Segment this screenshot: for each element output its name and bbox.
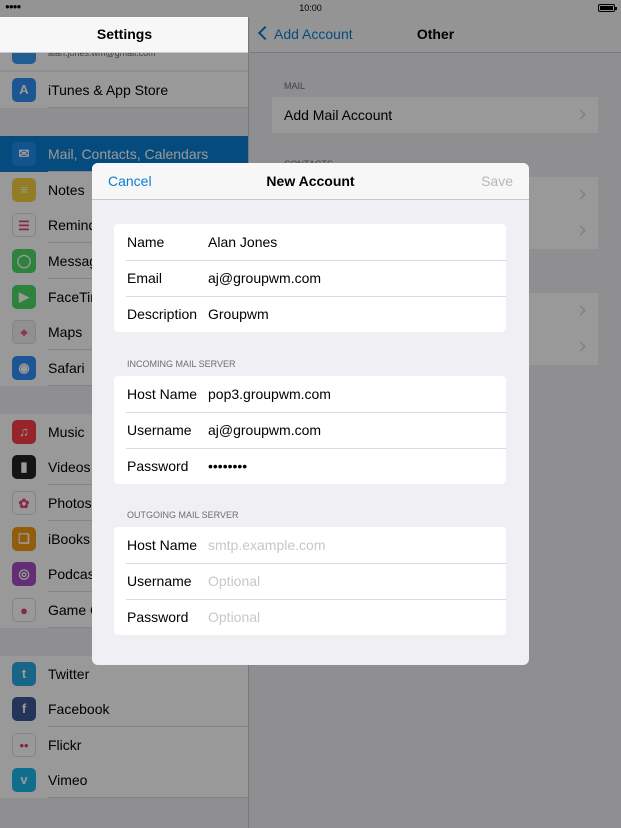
incoming-password-row: Password: [114, 448, 506, 484]
save-button[interactable]: Save: [481, 163, 513, 199]
email-row: Email: [114, 260, 506, 296]
email-label: Email: [127, 270, 163, 286]
incoming-host-row: Host Name: [114, 376, 506, 412]
settings-title: Settings: [0, 17, 248, 53]
outgoing-host-field[interactable]: [208, 527, 498, 563]
email-field[interactable]: [208, 260, 498, 296]
incoming-username-row: Username: [114, 412, 506, 448]
new-account-modal: Cancel New Account Save Name Email Descr…: [92, 163, 529, 665]
description-label: Description: [127, 306, 198, 322]
outgoing-username-row: Username: [114, 563, 506, 599]
outgoing-username-field[interactable]: [208, 563, 498, 599]
description-row: Description: [114, 296, 506, 332]
name-row: Name: [114, 224, 506, 260]
outgoing-username-label: Username: [127, 573, 192, 589]
incoming-password-label: Password: [127, 458, 189, 474]
name-label: Name: [127, 234, 165, 250]
incoming-host-label: Host Name: [127, 386, 198, 402]
outgoing-host-label: Host Name: [127, 537, 198, 553]
modal-title: New Account: [266, 173, 355, 189]
incoming-username-field[interactable]: [208, 412, 498, 448]
outgoing-password-label: Password: [127, 609, 189, 625]
modal-nav-bar: Cancel New Account Save: [92, 163, 529, 200]
incoming-server-group: Host Name Username Password: [114, 376, 506, 484]
incoming-host-field[interactable]: [208, 376, 498, 412]
description-field[interactable]: [208, 296, 498, 332]
outgoing-password-row: Password: [114, 599, 506, 635]
outgoing-server-group: Host Name Username Password: [114, 527, 506, 635]
outgoing-password-field[interactable]: [208, 599, 498, 635]
name-field[interactable]: [208, 224, 498, 260]
outgoing-section-header: OUTGOING MAIL SERVER: [127, 510, 239, 520]
outgoing-host-row: Host Name: [114, 527, 506, 563]
incoming-username-label: Username: [127, 422, 192, 438]
incoming-section-header: INCOMING MAIL SERVER: [127, 359, 236, 369]
account-info-group: Name Email Description: [114, 224, 506, 332]
incoming-password-field[interactable]: [208, 448, 498, 484]
